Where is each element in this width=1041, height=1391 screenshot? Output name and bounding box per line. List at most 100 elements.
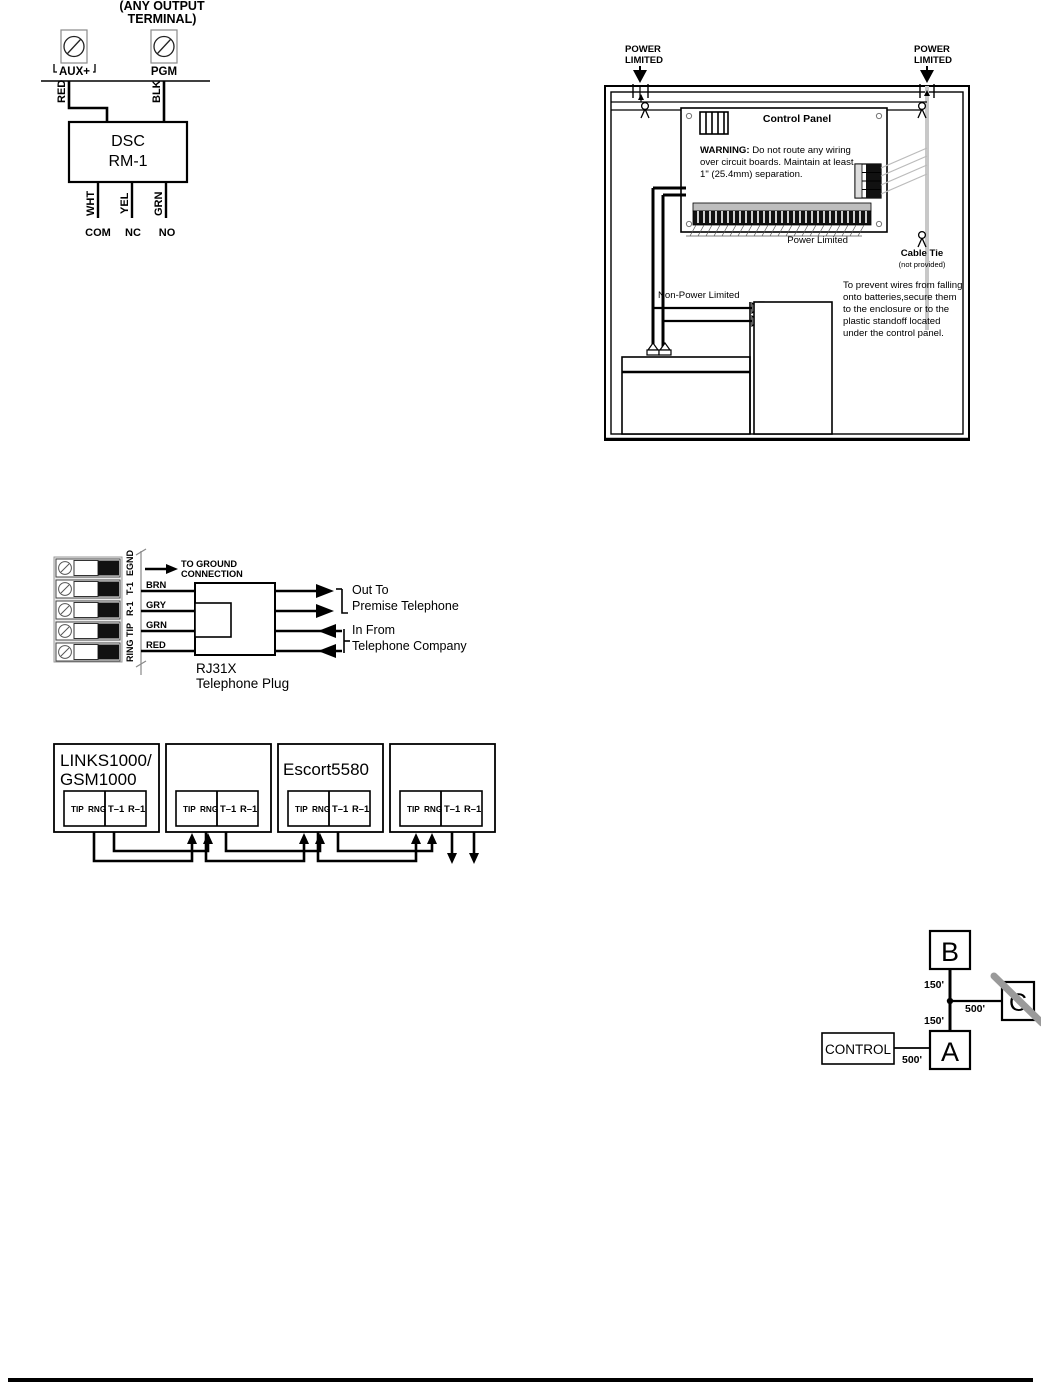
wire-label-wht: WHT bbox=[85, 191, 97, 216]
mounting-hole-icon bbox=[685, 112, 693, 120]
module-pin-r1: R–1 bbox=[240, 803, 257, 814]
distance-junction-b: 150' bbox=[924, 979, 944, 991]
module-box: Escort5580 TIP RNG T–1 R–1 bbox=[277, 743, 384, 833]
module-pin-tip: TIP bbox=[71, 805, 84, 814]
ground-connection-line2: CONNECTION bbox=[181, 569, 243, 579]
ground-connection-line1: TO GROUND bbox=[181, 559, 237, 569]
enclosure-note-line2: onto batteries,secure them bbox=[843, 292, 957, 303]
wire-label-blk: BLK bbox=[151, 80, 163, 103]
module-pin-tip: TIP bbox=[183, 805, 196, 814]
knockout-left-label-line2: LIMITED bbox=[625, 55, 663, 66]
terminal-row bbox=[55, 621, 121, 641]
in-from-telco-line2: Telephone Company bbox=[352, 639, 467, 653]
page-bottom-rule bbox=[8, 1378, 1033, 1382]
module-pin-r1: R–1 bbox=[352, 803, 369, 814]
module-box: LINKS1000/ GSM1000 TIP RNG T–1 R–1 bbox=[53, 743, 160, 833]
module-pin-t1: T–1 bbox=[332, 803, 348, 814]
wire-label-brn: BRN bbox=[146, 579, 167, 590]
mounting-hole-icon bbox=[875, 220, 883, 228]
module-box: TIP RNG T–1 R–1 bbox=[165, 743, 272, 833]
contact-label-com: COM bbox=[85, 227, 111, 239]
module-pin-t1: T–1 bbox=[220, 803, 236, 814]
terminal-pgm bbox=[150, 29, 178, 64]
warning-line1: Do not route any wiring bbox=[750, 145, 851, 156]
rj31x-caption-line2: Telephone Plug bbox=[196, 676, 289, 691]
mounting-hole-icon bbox=[685, 220, 693, 228]
warning-line2: over circuit boards. Maintain at least bbox=[700, 157, 854, 168]
warning-line3: 1" (25.4mm) separation. bbox=[700, 169, 803, 180]
figure-wire-run-distance: B 150' 500' C 150' A CONTROL 500 bbox=[812, 925, 1041, 1071]
rm1-module-line2: RM-1 bbox=[108, 153, 147, 170]
battery-lug-icon bbox=[658, 341, 672, 356]
battery-box-right bbox=[753, 301, 833, 435]
terminal-row bbox=[55, 642, 121, 662]
module-pin-r1: R–1 bbox=[464, 803, 481, 814]
enclosure-note-line1: To prevent wires from falling bbox=[843, 280, 962, 291]
in-from-telco-line1: In From bbox=[352, 623, 395, 637]
module-pin-t1: T–1 bbox=[108, 803, 124, 814]
terminal-label-pgm: PGM bbox=[151, 66, 177, 78]
module-pin-t1: T–1 bbox=[444, 803, 460, 814]
terminal-label-aux: AUX+ bbox=[59, 66, 90, 78]
module-pin-rng: RNG bbox=[424, 805, 442, 814]
distance-a-junction: 150' bbox=[924, 1015, 944, 1027]
module-pin-rng: RNG bbox=[312, 805, 330, 814]
enclosure-note-line4: plastic standoff located bbox=[843, 316, 940, 327]
terminal-row bbox=[55, 600, 121, 620]
figure-enclosure-wiring: POWER LIMITED POWER LIMITED Control Pane… bbox=[600, 40, 980, 450]
terminal-block bbox=[53, 556, 123, 663]
wire-label-red: RED bbox=[146, 639, 166, 650]
wire-label-grn: GRN bbox=[146, 619, 167, 630]
terminal-aux bbox=[60, 29, 88, 64]
figure-rm1-wiring: (ANY OUTPUT TERMINAL) AUX+ PGM RED BLK D… bbox=[38, 0, 278, 250]
control-panel-title: Control Panel bbox=[763, 113, 831, 125]
distance-junction-c: 500' bbox=[965, 1003, 985, 1015]
module-pin-r1: R–1 bbox=[128, 803, 145, 814]
knockout-right-label-line2: LIMITED bbox=[914, 55, 952, 66]
module-pin-rng: RNG bbox=[200, 805, 218, 814]
module-title-line1: Escort5580 bbox=[283, 760, 369, 779]
diagram-page: (ANY OUTPUT TERMINAL) AUX+ PGM RED BLK D… bbox=[0, 0, 1041, 1391]
knockout-right-label-line1: POWER bbox=[914, 44, 950, 55]
enclosure-note-line3: to the enclosure or to the bbox=[843, 304, 949, 315]
figure-module-chain: LINKS1000/ GSM1000 TIP RNG T–1 R–1 TIP R… bbox=[40, 725, 510, 885]
power-limited-label: Power Limited bbox=[787, 235, 848, 246]
warning-label: WARNING: bbox=[700, 145, 750, 156]
cable-tie-icon bbox=[917, 230, 927, 248]
arrow-down-icon bbox=[920, 66, 934, 83]
module-title-line1: LINKS1000/ bbox=[60, 751, 152, 770]
distance-control-a: 500' bbox=[902, 1054, 922, 1066]
rm1-title-line2: TERMINAL) bbox=[128, 12, 197, 26]
terminal-label-tip: TIP bbox=[125, 623, 135, 637]
module-box: TIP RNG T–1 R–1 bbox=[389, 743, 496, 833]
rm1-module-box bbox=[67, 120, 189, 184]
terminal-label-ring: RING bbox=[125, 640, 135, 663]
board-header-connector bbox=[699, 111, 729, 135]
wire-label-yel: YEL bbox=[119, 192, 131, 214]
node-b-label: B bbox=[941, 937, 959, 967]
battery-lug-icon bbox=[646, 341, 660, 356]
non-power-limited-label: Non-Power Limited bbox=[658, 290, 740, 301]
module-title-line2: GSM1000 bbox=[60, 770, 137, 789]
node-a-label: A bbox=[941, 1037, 959, 1067]
contact-label-no: NO bbox=[159, 227, 176, 239]
module-pin-tip: TIP bbox=[295, 805, 308, 814]
rj31x-caption-line1: RJ31X bbox=[196, 661, 237, 676]
svg-text:WARNING: Do not route any wiri: WARNING: Do not route any wiring bbox=[700, 145, 851, 156]
module-pin-tip: TIP bbox=[407, 805, 420, 814]
terminal-row bbox=[55, 579, 121, 599]
terminal-label-r1: R-1 bbox=[125, 601, 135, 616]
battery-box-left bbox=[621, 356, 751, 435]
rj31x-plug-latch bbox=[194, 602, 232, 638]
cable-tie-sub-label: (not provided) bbox=[899, 260, 946, 269]
terminal-row bbox=[55, 558, 121, 578]
control-label: CONTROL bbox=[825, 1042, 891, 1057]
arrow-down-icon bbox=[633, 66, 647, 83]
wire-label-grn: GRN bbox=[153, 192, 165, 217]
terminal-label-egnd: EGND bbox=[125, 549, 135, 576]
terminal-label-t1: T-1 bbox=[125, 582, 135, 595]
board-side-connector bbox=[854, 163, 882, 199]
module-pin-rng: RNG bbox=[88, 805, 106, 814]
cable-tie-label: Cable Tie bbox=[901, 248, 943, 259]
rm1-module-line1: DSC bbox=[111, 133, 145, 150]
